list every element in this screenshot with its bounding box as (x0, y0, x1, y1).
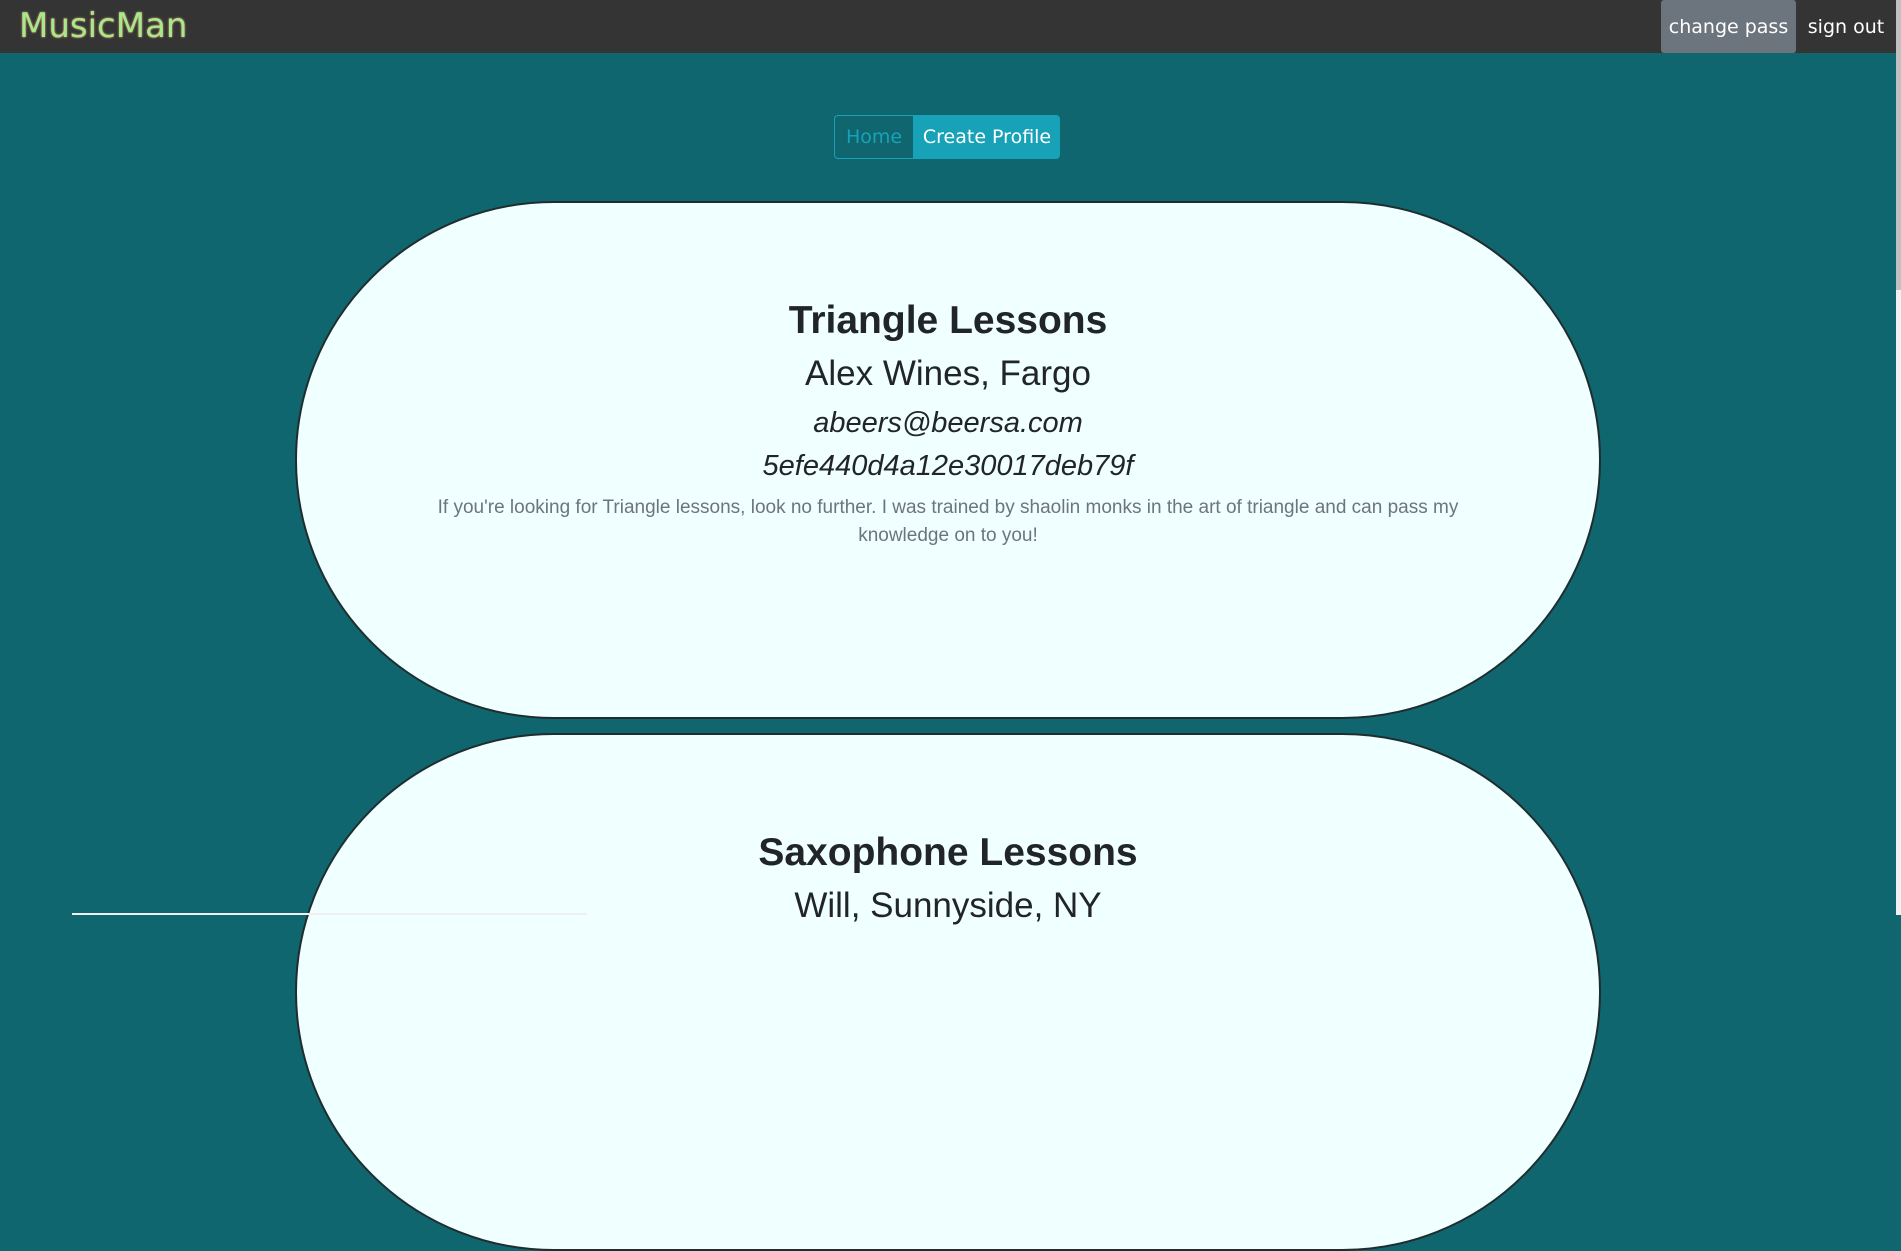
create-profile-button[interactable]: Create Profile (914, 115, 1060, 159)
navbar-actions: change pass sign out (1661, 0, 1896, 53)
brand-logo[interactable]: MusicMan (19, 6, 187, 46)
scrollbar-thumb[interactable] (1896, 0, 1901, 290)
profile-card: Saxophone Lessons Will, Sunnyside, NY (295, 733, 1601, 1251)
profile-email: abeers@beersa.com (297, 407, 1599, 440)
profile-card: Triangle Lessons Alex Wines, Fargo abeer… (295, 201, 1601, 719)
page-scrollbar[interactable] (1896, 0, 1901, 915)
profile-title: Triangle Lessons (297, 299, 1599, 343)
sign-out-button[interactable]: sign out (1796, 0, 1896, 53)
profile-name-location: Alex Wines, Fargo (297, 354, 1599, 394)
top-navbar: MusicMan change pass sign out (0, 0, 1896, 53)
profile-title: Saxophone Lessons (297, 831, 1599, 875)
profile-id: 5efe440d4a12e30017deb79f (297, 450, 1599, 483)
profile-description: If you're looking for Triangle lessons, … (427, 494, 1469, 550)
profile-name-location: Will, Sunnyside, NY (297, 886, 1599, 926)
page-nav-button-group: Home Create Profile (834, 115, 1060, 159)
home-button[interactable]: Home (834, 115, 914, 159)
change-password-button[interactable]: change pass (1661, 0, 1796, 53)
